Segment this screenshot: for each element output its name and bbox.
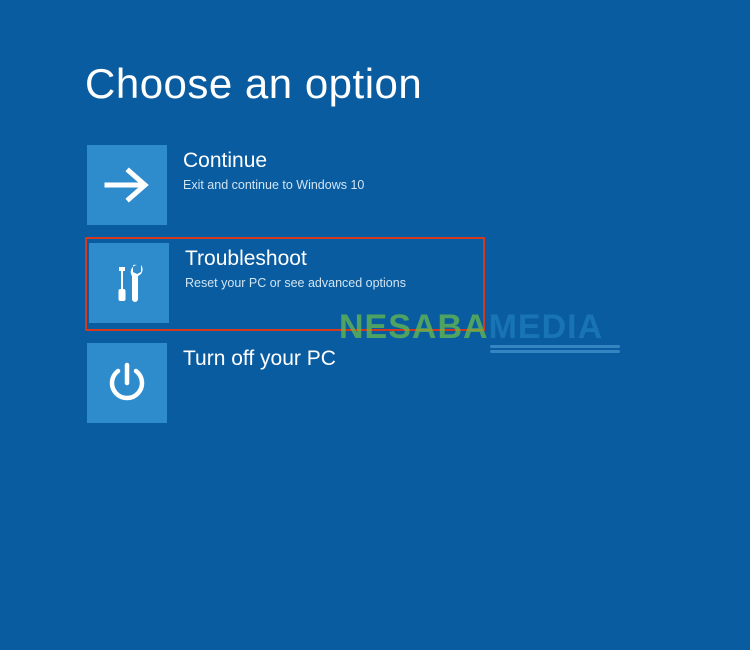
- turnoff-title: Turn off your PC: [183, 345, 336, 372]
- turnoff-text: Turn off your PC: [167, 343, 336, 372]
- page-title: Choose an option: [85, 60, 750, 108]
- arrow-right-icon: [87, 145, 167, 225]
- turnoff-option[interactable]: Turn off your PC: [85, 341, 485, 425]
- option-list: Continue Exit and continue to Windows 10: [85, 143, 750, 425]
- troubleshoot-option[interactable]: Troubleshoot Reset your PC or see advanc…: [85, 237, 485, 331]
- boot-menu-container: Choose an option Continue Exit and conti…: [0, 0, 750, 425]
- troubleshoot-title: Troubleshoot: [185, 245, 406, 272]
- continue-text: Continue Exit and continue to Windows 10: [167, 145, 364, 194]
- continue-option[interactable]: Continue Exit and continue to Windows 10: [85, 143, 485, 227]
- continue-title: Continue: [183, 147, 364, 174]
- troubleshoot-subtitle: Reset your PC or see advanced options: [185, 275, 406, 291]
- power-icon: [87, 343, 167, 423]
- tools-icon: [89, 243, 169, 323]
- continue-subtitle: Exit and continue to Windows 10: [183, 177, 364, 193]
- troubleshoot-text: Troubleshoot Reset your PC or see advanc…: [169, 243, 406, 292]
